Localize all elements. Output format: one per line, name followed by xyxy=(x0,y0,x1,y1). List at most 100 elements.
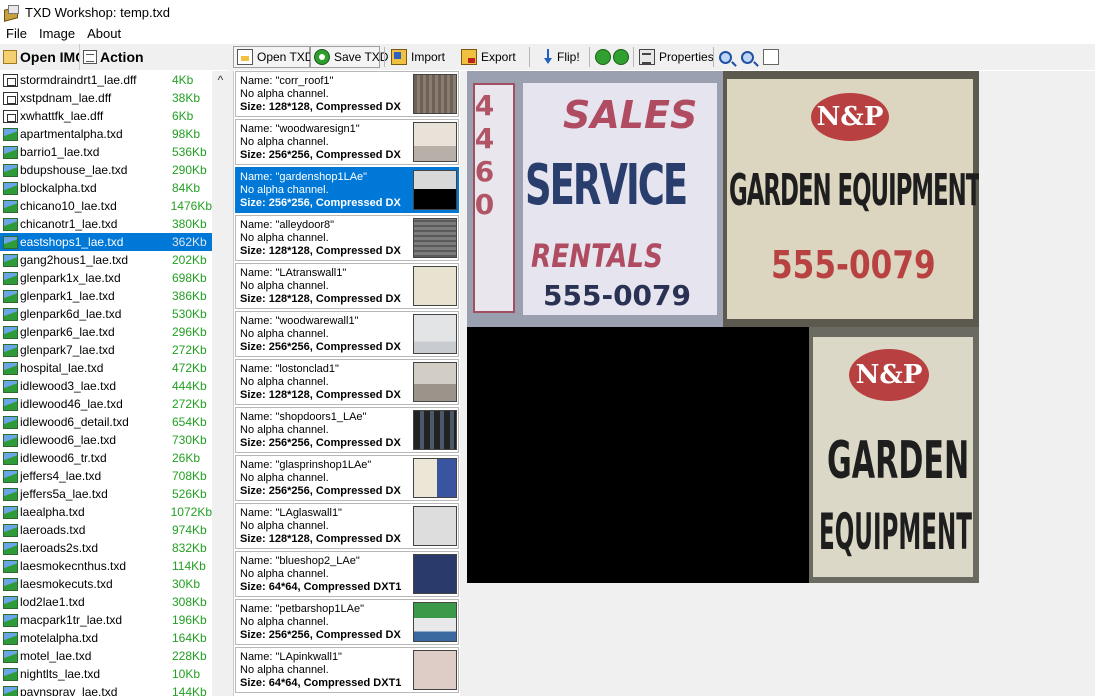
file-list-item[interactable]: stormdraindrt1_lae.dff 4Kb xyxy=(0,71,212,89)
file-list-item[interactable]: bdupshouse_lae.txd 290Kb xyxy=(0,161,212,179)
file-list-item[interactable]: idlewood6_lae.txd 730Kb xyxy=(0,431,212,449)
save-txd-button[interactable]: Save TXD xyxy=(310,46,388,68)
properties-icon xyxy=(639,49,655,65)
file-list-scrollbar[interactable]: ^ xyxy=(212,71,229,696)
file-list-item[interactable]: idlewood3_lae.txd 444Kb xyxy=(0,377,212,395)
file-list-item[interactable]: laeroads2s.txd 832Kb xyxy=(0,539,212,557)
texture-list-item[interactable]: Name: "LAtranswall1" No alpha channel. Siz… xyxy=(235,263,459,309)
texture-file-icon xyxy=(3,469,18,483)
file-list-item[interactable]: xstpdnam_lae.dff 38Kb xyxy=(0,89,212,107)
file-name: laesmokecuts.txd xyxy=(20,577,113,591)
texture-size: Size: 256*256, Compressed DX xyxy=(240,437,401,449)
file-list-item[interactable]: chicano10_lae.txd 1476Kb xyxy=(0,197,212,215)
file-list-item[interactable]: motelalpha.txd 164Kb xyxy=(0,629,212,647)
texture-list-item[interactable]: Name: "LAglaswall1" No alpha channel. Size… xyxy=(235,503,459,549)
next-texture-button[interactable] xyxy=(613,46,631,68)
sign-equipment-text: EQUIPMENT xyxy=(819,503,972,561)
file-size: 308Kb xyxy=(172,595,207,609)
file-list-item[interactable]: jeffers4_lae.txd 708Kb xyxy=(0,467,212,485)
open-txd-button[interactable]: Open TXD xyxy=(233,46,313,68)
file-list-item[interactable]: lod2lae1.txd 308Kb xyxy=(0,593,212,611)
texture-list-item[interactable]: Name: "glasprinshop1LAe" No alpha channel… xyxy=(235,455,459,501)
file-size: 832Kb xyxy=(172,541,207,555)
file-list-item[interactable]: hospital_lae.txd 472Kb xyxy=(0,359,212,377)
export-button[interactable]: Export xyxy=(461,46,516,68)
zoom-out-icon xyxy=(741,50,754,64)
menu-about[interactable]: About xyxy=(81,26,127,41)
texture-file-icon xyxy=(3,163,18,177)
title-bar: TXD Workshop: temp.txd xyxy=(0,0,1095,24)
texture-list-item[interactable]: Name: "petbarshop1LAe" No alpha channel. S… xyxy=(235,599,459,645)
file-list-item[interactable]: idlewood46_lae.txd 272Kb xyxy=(0,395,212,413)
scroll-up-icon[interactable]: ^ xyxy=(212,73,229,87)
file-list-item[interactable]: laeroads.txd 974Kb xyxy=(0,521,212,539)
texture-list-item[interactable]: Name: "shopdoors1_LAe" No alpha channel. S… xyxy=(235,407,459,453)
file-list-item[interactable]: apartmentalpha.txd 98Kb xyxy=(0,125,212,143)
file-list-item[interactable]: macpark1tr_lae.txd 196Kb xyxy=(0,611,212,629)
import-button[interactable]: Import xyxy=(391,46,445,68)
file-name: lod2lae1.txd xyxy=(20,595,85,609)
file-name: glenpark1_lae.txd xyxy=(20,289,115,303)
file-list-item[interactable]: glenpark1_lae.txd 386Kb xyxy=(0,287,212,305)
file-list-item[interactable]: gang2hous1_lae.txd 202Kb xyxy=(0,251,212,269)
texture-name: Name: "LAglaswall1" xyxy=(240,507,342,519)
file-list-item[interactable]: motel_lae.txd 228Kb xyxy=(0,647,212,665)
file-list-item[interactable]: laesmokecnthus.txd 114Kb xyxy=(0,557,212,575)
folder-icon xyxy=(3,50,17,64)
file-list-item[interactable]: idlewood6_tr.txd 26Kb xyxy=(0,449,212,467)
export-icon xyxy=(461,49,477,65)
file-list-item[interactable]: xwhattfk_lae.dff 6Kb xyxy=(0,107,212,125)
texture-name: Name: "alleydoor8" xyxy=(240,219,335,231)
texture-list-item[interactable]: Name: "LApinkwall1" No alpha channel. Size… xyxy=(235,647,459,693)
file-list-item[interactable]: glenpark7_lae.txd 272Kb xyxy=(0,341,212,359)
file-list-item[interactable]: eastshops1_lae.txd 362Kb xyxy=(0,233,212,251)
file-list-item[interactable]: laealpha.txd 1072Kb xyxy=(0,503,212,521)
actual-size-button[interactable] xyxy=(763,46,783,68)
file-list-item[interactable]: glenpark6_lae.txd 296Kb xyxy=(0,323,212,341)
file-list-item[interactable]: glenpark6d_lae.txd 530Kb xyxy=(0,305,212,323)
texture-list-item[interactable]: Name: "corr_roof1" No alpha channel. Size:… xyxy=(235,71,459,117)
texture-list-item[interactable]: Name: "alleydoor8" No alpha channel. Size:… xyxy=(235,215,459,261)
texture-list-item[interactable]: Name: "woodwarewall1" No alpha channel. Si… xyxy=(235,311,459,357)
circle-up-icon xyxy=(595,49,611,65)
texture-list-item[interactable]: Name: "woodwaresign1" No alpha channel. Si… xyxy=(235,119,459,165)
file-list-item[interactable]: laesmokecuts.txd 30Kb xyxy=(0,575,212,593)
previous-texture-button[interactable] xyxy=(595,46,613,68)
texture-list-item[interactable]: Name: "gardenshop1LAe" No alpha channel. S… xyxy=(235,167,459,213)
import-icon xyxy=(391,49,407,65)
file-list-item[interactable]: blockalpha.txd 84Kb xyxy=(0,179,212,197)
open-img-button[interactable]: Open IMG xyxy=(0,44,80,70)
sign-plate-small: N&P GARDEN EQUIPMENT xyxy=(813,337,973,577)
texture-list-item[interactable]: Name: "lostonclad1" No alpha channel. Size… xyxy=(235,359,459,405)
file-list-item[interactable]: barrio1_lae.txd 536Kb xyxy=(0,143,212,161)
file-size: 472Kb xyxy=(172,361,207,375)
zoom-out-button[interactable] xyxy=(741,46,758,68)
file-size: 654Kb xyxy=(172,415,207,429)
file-list-item[interactable]: idlewood6_detail.txd 654Kb xyxy=(0,413,212,431)
file-size: 144Kb xyxy=(172,685,207,696)
circle-down-icon xyxy=(613,49,629,65)
texture-file-icon xyxy=(3,307,18,321)
menu-image[interactable]: Image xyxy=(33,26,81,41)
zoom-in-button[interactable] xyxy=(719,46,736,68)
texture-name: Name: "LApinkwall1" xyxy=(240,651,342,663)
menu-file[interactable]: File xyxy=(0,26,33,41)
sign-garden-phone-text: 555-0079 xyxy=(771,243,936,287)
file-name: bdupshouse_lae.txd xyxy=(20,163,128,177)
garden-equipment-sign: N&P GARDEN EQUIPMENT 555-0079 xyxy=(723,71,979,327)
file-list-item[interactable]: chicanotr1_lae.txd 380Kb xyxy=(0,215,212,233)
file-list-item[interactable]: jeffers5a_lae.txd 526Kb xyxy=(0,485,212,503)
texture-name: Name: "blueshop2_LAe" xyxy=(240,555,360,567)
properties-button[interactable]: Properties xyxy=(639,46,714,68)
file-list-item[interactable]: paynspray_lae.txd 144Kb xyxy=(0,683,212,696)
texture-alpha: No alpha channel. xyxy=(240,616,329,628)
texture-size: Size: 256*256, Compressed DX xyxy=(240,485,401,497)
file-list-item[interactable]: nightlts_lae.txd 10Kb xyxy=(0,665,212,683)
texture-list-item[interactable]: Name: "blueshop2_LAe" No alpha channel. Si… xyxy=(235,551,459,597)
texture-thumbnail xyxy=(413,266,457,306)
flip-button[interactable]: Flip! xyxy=(543,46,580,68)
action-button[interactable]: Action xyxy=(80,44,230,70)
texture-file-icon xyxy=(3,685,18,696)
model-file-icon xyxy=(3,109,18,123)
file-list-item[interactable]: glenpark1x_lae.txd 698Kb xyxy=(0,269,212,287)
